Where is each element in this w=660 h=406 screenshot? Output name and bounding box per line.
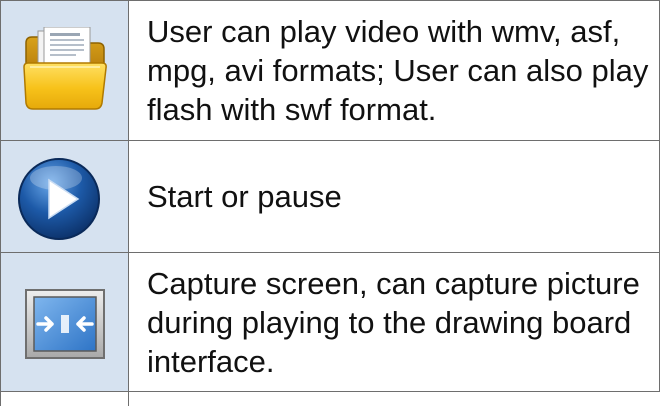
row-divider	[0, 391, 660, 392]
description-text: Capture screen, can capture picture duri…	[147, 265, 640, 379]
description-text: User can play video with wmv, asf, mpg, …	[147, 14, 649, 127]
open-folder-icon	[22, 26, 108, 116]
table-row-icon-cell	[1, 253, 128, 391]
table-row-icon-cell	[1, 141, 128, 252]
description-text: Start or pause	[147, 179, 342, 214]
play-pause-icon	[16, 156, 102, 247]
table-row-description: Capture screen, can capture picture duri…	[129, 253, 659, 391]
capture-screen-icon	[25, 289, 105, 364]
table-row-description: User can play video with wmv, asf, mpg, …	[129, 1, 659, 140]
table-row-icon-cell	[1, 1, 128, 140]
table-row-description: Start or pause	[129, 141, 659, 252]
